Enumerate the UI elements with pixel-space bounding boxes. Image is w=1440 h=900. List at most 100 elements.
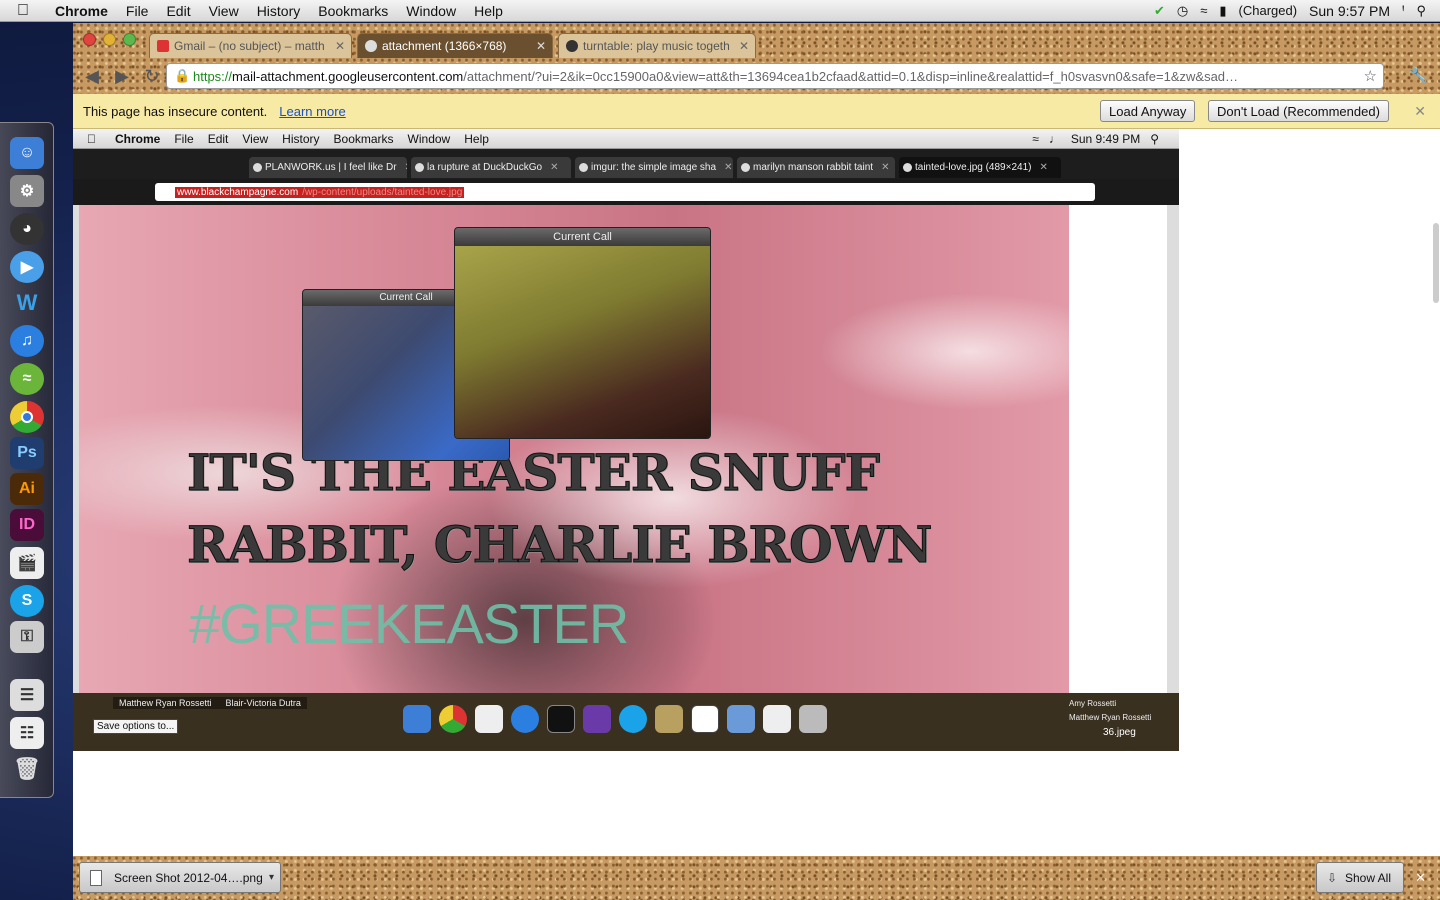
dashboard-icon[interactable]: ◕ bbox=[10, 213, 44, 245]
image-tab-favicon bbox=[741, 163, 750, 172]
load-anyway-button[interactable]: Load Anyway bbox=[1100, 100, 1196, 122]
wrench-menu-icon[interactable]: 🔧 bbox=[1409, 66, 1428, 84]
chrome-icon[interactable] bbox=[10, 401, 44, 433]
tab-label: attachment (1366×768) bbox=[382, 39, 507, 53]
download-menu-arrow-icon[interactable]: ▾ bbox=[269, 872, 274, 883]
menu-history[interactable]: History bbox=[248, 3, 310, 19]
image-hashtag: #GREEKEASTER bbox=[189, 592, 629, 655]
tab-turntable[interactable]: turntable: play music togeth ✕ bbox=[558, 33, 756, 58]
wunderlist-icon[interactable]: W bbox=[10, 287, 44, 319]
close-window-button[interactable] bbox=[83, 33, 96, 46]
image-contact: Amy Rossetti bbox=[1069, 699, 1117, 708]
tab-attachment[interactable]: attachment (1366×768) ✕ bbox=[357, 33, 553, 58]
image-tab-favicon bbox=[253, 163, 262, 172]
apple-menu-icon[interactable]:  bbox=[0, 2, 46, 20]
image-contacts-left: Matthew Ryan Rossetti Blair-Victoria Dut… bbox=[113, 697, 307, 709]
image-url-path: /wp-content/uploads/tainted-love.jpg bbox=[300, 186, 465, 198]
image-tab: imgur: the simple image sha ✕ bbox=[575, 157, 733, 178]
window-controls bbox=[83, 33, 136, 46]
illustrator-icon[interactable]: Ai bbox=[10, 473, 44, 505]
wifi-icon[interactable]: ≈ bbox=[1200, 3, 1207, 18]
system-preferences-icon[interactable]: ⚙ bbox=[10, 175, 44, 207]
trash-icon[interactable]: 🗑 bbox=[10, 753, 44, 785]
menu-help[interactable]: Help bbox=[465, 3, 512, 19]
gmail-icon bbox=[157, 40, 169, 52]
globe-icon bbox=[365, 40, 377, 52]
downloads-stack-icon[interactable]: ☰ bbox=[10, 679, 44, 711]
menu-bookmarks[interactable]: Bookmarks bbox=[309, 3, 397, 19]
download-arrow-icon: ⇩ bbox=[1326, 870, 1338, 885]
attachment-image:  Chrome File Edit View History Bookmark… bbox=[73, 129, 1179, 751]
image-tab-label: marilyn manson rabbit taint bbox=[753, 162, 874, 173]
zoom-window-button[interactable] bbox=[123, 33, 136, 46]
preview-icon[interactable]: ⚿ bbox=[10, 621, 44, 653]
image-menu-item: View bbox=[233, 131, 268, 146]
page-blank-area bbox=[1179, 129, 1440, 751]
menu-app-name[interactable]: Chrome bbox=[46, 3, 117, 19]
scrollbar-thumb[interactable] bbox=[1433, 223, 1439, 303]
image-menu-item: Help bbox=[455, 131, 489, 146]
image-dock-icon bbox=[547, 705, 575, 733]
url-path: /attachment/?ui=2&ik=0cc15900a0&view=att… bbox=[463, 68, 1239, 84]
back-icon[interactable]: ◀ bbox=[77, 66, 107, 87]
photoshop-icon[interactable]: Ps bbox=[10, 437, 44, 469]
tab-strip: Gmail – (no subject) – matth ✕ attachmen… bbox=[73, 23, 1440, 58]
lock-icon[interactable]: 🔒 bbox=[174, 68, 190, 84]
facetime-icon[interactable]: ▶ bbox=[10, 251, 44, 283]
image-dock-icon bbox=[619, 705, 647, 733]
documents-stack-icon[interactable]: ☷ bbox=[10, 717, 44, 749]
menubar-clock[interactable]: Sun 9:57 PM bbox=[1309, 3, 1390, 19]
status-check-icon[interactable]: ✔ bbox=[1154, 3, 1165, 19]
finder-icon[interactable]: ☺ bbox=[10, 137, 44, 169]
image-tab-favicon bbox=[415, 163, 424, 172]
close-tab-icon[interactable]: ✕ bbox=[536, 39, 546, 53]
close-tab-icon[interactable]: ✕ bbox=[335, 39, 345, 53]
final-cut-icon[interactable]: 🎬 bbox=[10, 547, 44, 579]
image-file-label: 36.jpeg bbox=[1103, 727, 1136, 738]
spotlight-icon[interactable]: ⚲ bbox=[1416, 3, 1426, 19]
battery-icon[interactable]: ▮ bbox=[1219, 3, 1226, 19]
download-filename: Screen Shot 2012-04….png bbox=[114, 870, 263, 885]
image-contacts-right: Amy Rossetti Matthew Ryan Rossetti bbox=[1069, 697, 1169, 725]
tab-label: Gmail – (no subject) – matth bbox=[174, 39, 325, 53]
image-menu-item: Bookmarks bbox=[324, 131, 394, 146]
menu-file[interactable]: File bbox=[117, 3, 158, 19]
image-address-bar: www.blackchampagne.com/wp-content/upload… bbox=[155, 183, 1095, 201]
indesign-icon[interactable]: ID bbox=[10, 509, 44, 541]
reload-icon[interactable]: ↻ bbox=[137, 66, 167, 87]
forward-icon[interactable]: ▶ bbox=[107, 66, 137, 87]
time-machine-icon[interactable]: ◷ bbox=[1177, 3, 1188, 19]
close-infobar-icon[interactable]: ✕ bbox=[1414, 103, 1426, 120]
menu-edit[interactable]: Edit bbox=[157, 3, 199, 19]
address-bar[interactable]: 🔒 https://mail-attachment.googleusercont… bbox=[166, 63, 1384, 89]
browser-window: Gmail – (no subject) – matth ✕ attachmen… bbox=[73, 23, 1440, 900]
bookmark-star-icon[interactable]: ☆ bbox=[1364, 67, 1377, 85]
close-shelf-icon[interactable]: ✕ bbox=[1415, 870, 1426, 886]
itunes-icon[interactable]: ♫ bbox=[10, 325, 44, 357]
image-menu-app: Chrome bbox=[106, 131, 160, 146]
menu-window[interactable]: Window bbox=[397, 3, 465, 19]
download-item[interactable]: Screen Shot 2012-04….png ▾ bbox=[79, 862, 281, 893]
image-url-host: www.blackchampagne.com bbox=[175, 186, 301, 198]
image-tab-favicon bbox=[903, 163, 912, 172]
image-dock-icon bbox=[691, 705, 719, 733]
insecure-content-infobar: This page has insecure content. Learn mo… bbox=[73, 94, 1440, 129]
minimize-window-button[interactable] bbox=[103, 33, 116, 46]
skype-icon[interactable]: S bbox=[10, 585, 44, 617]
bluetooth-icon[interactable]: Ꞌ bbox=[1402, 3, 1404, 18]
image-contact: Blair-Victoria Dutra bbox=[225, 698, 301, 708]
tab-gmail[interactable]: Gmail – (no subject) – matth ✕ bbox=[149, 33, 352, 58]
spotify-icon[interactable]: ≈ bbox=[10, 363, 44, 395]
image-tab-label: PLANWORK.us | I feel like Dr bbox=[265, 162, 397, 173]
image-tab-label: tainted-love.jpg (489×241) bbox=[915, 162, 1032, 173]
learn-more-link[interactable]: Learn more bbox=[279, 104, 345, 119]
battery-status[interactable]: (Charged) bbox=[1239, 3, 1298, 18]
image-tab-label: la rupture at DuckDuckGo bbox=[427, 162, 543, 173]
menu-view[interactable]: View bbox=[200, 3, 248, 19]
dont-load-button[interactable]: Don't Load (Recommended) bbox=[1208, 100, 1389, 122]
toolbar: ◀ ▶ ↻ 🔒 https://mail-attachment.googleus… bbox=[73, 58, 1440, 94]
image-tab-active: tainted-love.jpg (489×241) ✕ bbox=[899, 157, 1061, 178]
close-tab-icon[interactable]: ✕ bbox=[739, 39, 749, 53]
image-menubar:  Chrome File Edit View History Bookmark… bbox=[73, 129, 1179, 149]
show-all-downloads-button[interactable]: ⇩ Show All bbox=[1315, 862, 1404, 893]
